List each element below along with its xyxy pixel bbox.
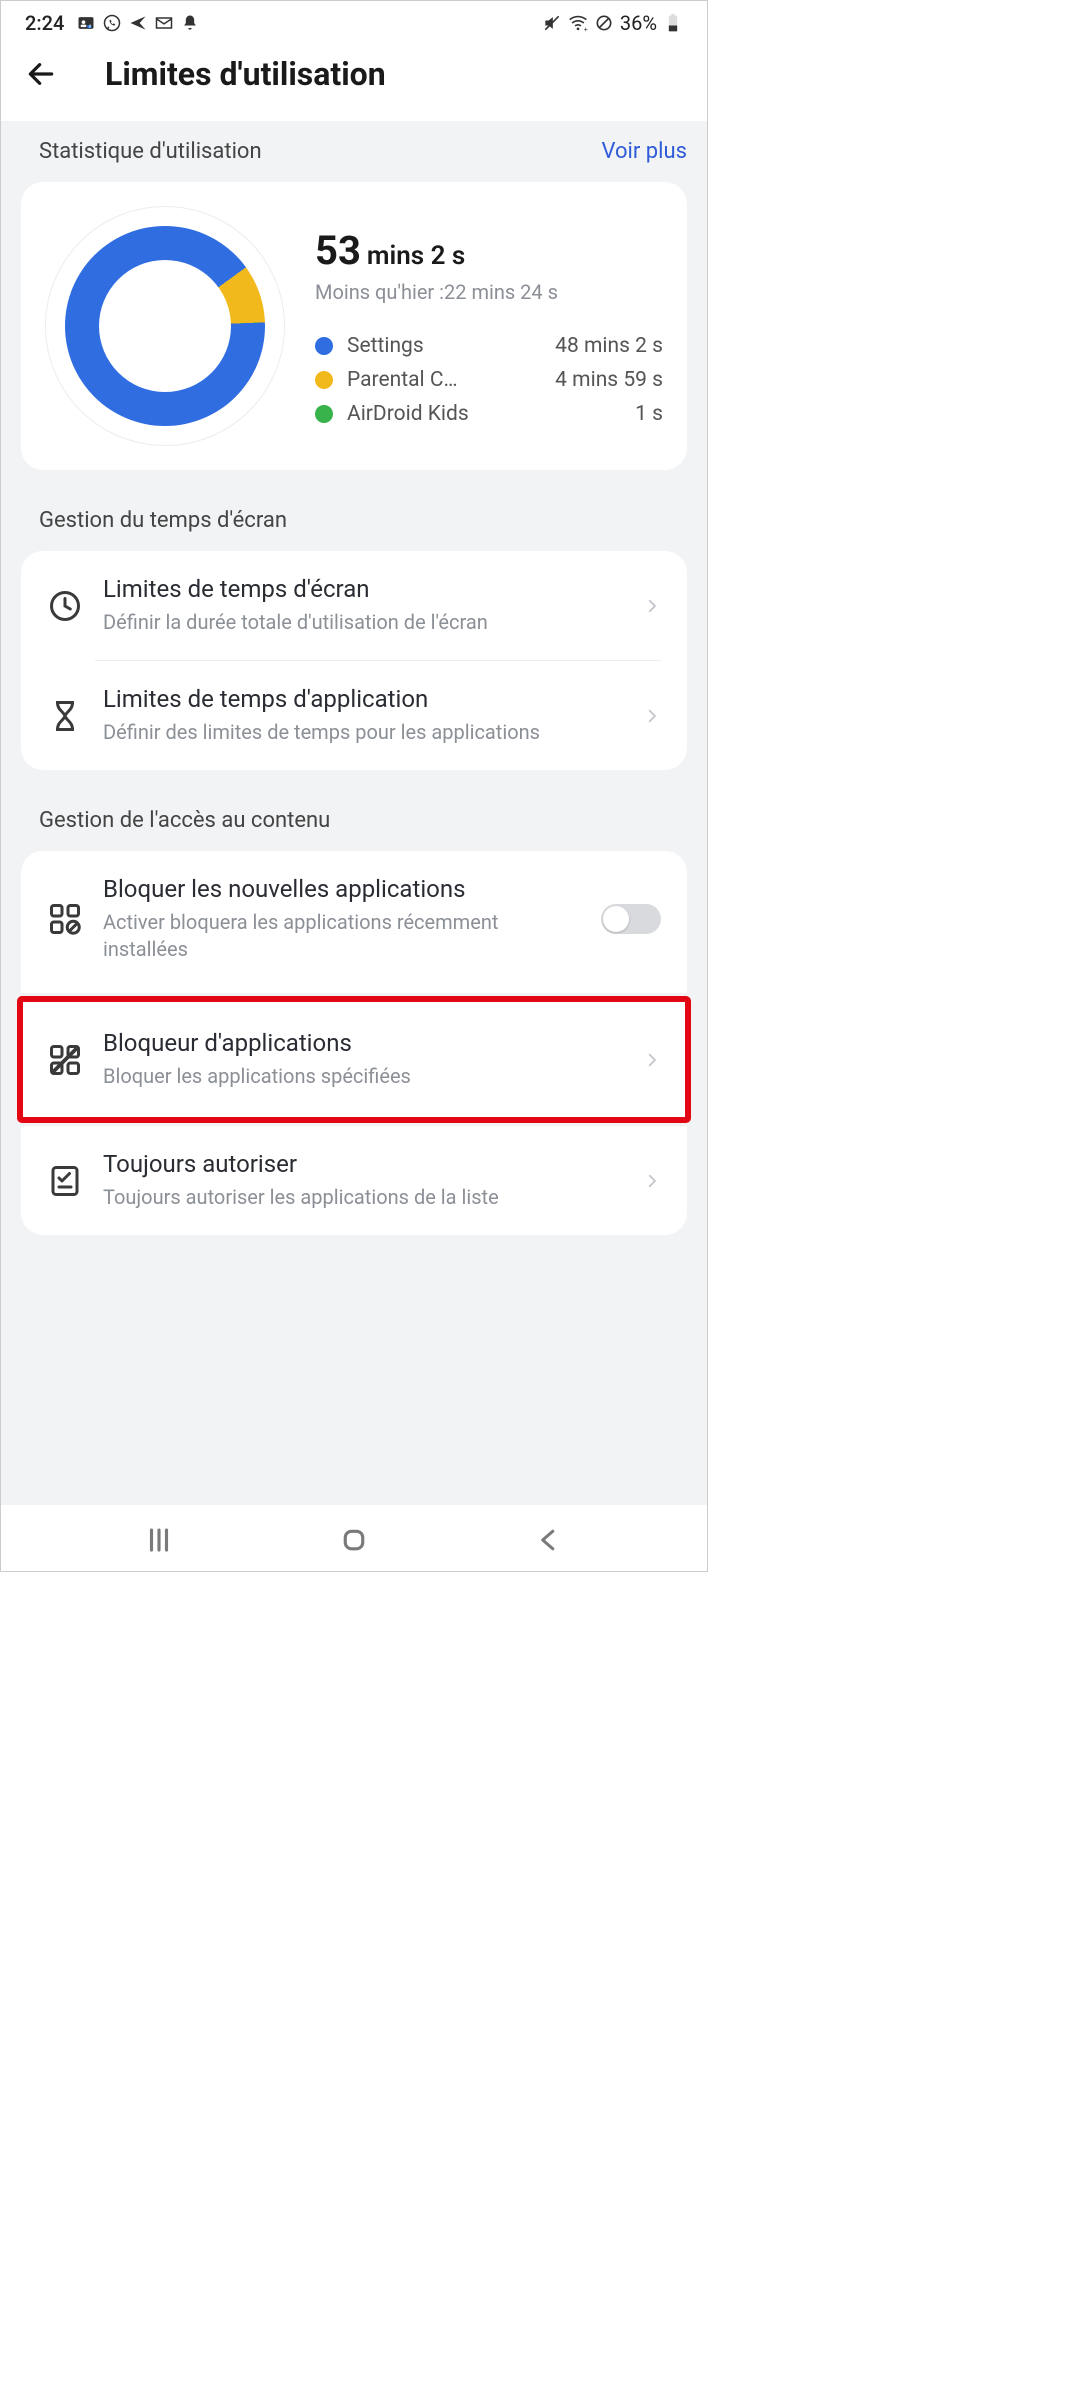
item-sub: Bloquer les applications spécifiées (103, 1063, 623, 1090)
item-title: Limites de temps d'application (103, 685, 623, 713)
content-access-section-label: Gestion de l'accès au contenu (1, 794, 707, 851)
do-not-disturb-icon (594, 13, 614, 33)
chevron-right-icon (643, 1172, 661, 1190)
item-sub: Toujours autoriser les applications de l… (103, 1184, 623, 1211)
hourglass-icon (47, 698, 83, 734)
item-title: Bloqueur d'applications (103, 1029, 623, 1057)
contact-card-icon (76, 13, 96, 33)
bell-icon (180, 13, 200, 33)
usage-app-time: 48 mins 2 s (555, 334, 663, 358)
screen-time-limits-row[interactable]: Limites de temps d'écran Définir la duré… (21, 551, 687, 660)
svg-text:+: + (584, 25, 588, 33)
chevron-right-icon (643, 1051, 661, 1069)
content-access-card-bottom: Toujours autoriser Toujours autoriser le… (21, 1126, 687, 1235)
usage-app-row: Settings 48 mins 2 s (315, 334, 663, 358)
chevron-right-icon (643, 597, 661, 615)
home-button[interactable] (339, 1525, 369, 1555)
always-allow-row[interactable]: Toujours autoriser Toujours autoriser le… (21, 1126, 687, 1235)
item-title: Bloquer les nouvelles applications (103, 875, 581, 903)
status-time: 2:24 (25, 11, 64, 35)
usage-app-row: Parental C… 4 mins 59 s (315, 368, 663, 392)
checklist-icon (47, 1163, 83, 1199)
block-new-apps-row: Bloquer les nouvelles applications Activ… (21, 851, 687, 987)
wifi-icon: + (568, 13, 588, 33)
chevron-right-icon (643, 707, 661, 725)
page-title: Limites d'utilisation (105, 55, 386, 93)
back-button[interactable] (534, 1525, 564, 1555)
back-arrow-icon[interactable] (25, 58, 57, 90)
legend-dot (315, 337, 333, 355)
screen-time-card: Limites de temps d'écran Définir la duré… (21, 551, 687, 770)
legend-dot (315, 405, 333, 423)
usage-donut-chart (45, 206, 285, 446)
apps-block-icon (47, 901, 83, 937)
usage-stats-card[interactable]: 53 mins 2 s Moins qu'hier :22 mins 24 s … (21, 182, 687, 470)
usage-app-time: 4 mins 59 s (555, 368, 663, 392)
app-blocker-row[interactable]: Bloqueur d'applications Bloquer les appl… (20, 999, 688, 1120)
total-time: 53 mins 2 s (315, 227, 663, 274)
system-nav-bar (1, 1505, 707, 1571)
status-bar: 2:24 + 36% (1, 1, 707, 41)
item-sub: Définir des limites de temps pour les ap… (103, 719, 623, 746)
usage-app-time: 1 s (635, 402, 663, 426)
mute-icon (542, 13, 562, 33)
gmail-icon (154, 13, 174, 33)
app-blocker-highlight: Bloqueur d'applications Bloquer les appl… (20, 999, 688, 1120)
clock-icon (47, 588, 83, 624)
usage-app-row: AirDroid Kids 1 s (315, 402, 663, 426)
send-icon (128, 13, 148, 33)
whatsapp-icon (102, 13, 122, 33)
item-title: Toujours autoriser (103, 1150, 623, 1178)
content-access-card: Bloquer les nouvelles applications Activ… (21, 851, 687, 993)
usage-stats-label: Statistique d'utilisation (39, 139, 262, 164)
battery-percent: 36% (620, 11, 657, 35)
block-new-apps-toggle[interactable] (601, 904, 661, 934)
usage-app-name: Settings (347, 334, 545, 358)
item-title: Limites de temps d'écran (103, 575, 623, 603)
apps-slash-icon (47, 1042, 83, 1078)
compare-text: Moins qu'hier :22 mins 24 s (315, 280, 663, 304)
usage-app-name: AirDroid Kids (347, 402, 625, 426)
item-sub: Activer bloquera les applications récemm… (103, 909, 581, 963)
item-sub: Définir la durée totale d'utilisation de… (103, 609, 623, 636)
battery-icon (663, 13, 683, 33)
legend-dot (315, 371, 333, 389)
app-bar: Limites d'utilisation (1, 41, 707, 121)
see-more-link[interactable]: Voir plus (601, 139, 687, 164)
recents-button[interactable] (144, 1525, 174, 1555)
app-time-limits-row[interactable]: Limites de temps d'application Définir d… (21, 661, 687, 770)
usage-app-name: Parental C… (347, 368, 545, 392)
screen-time-section-label: Gestion du temps d'écran (1, 494, 707, 551)
